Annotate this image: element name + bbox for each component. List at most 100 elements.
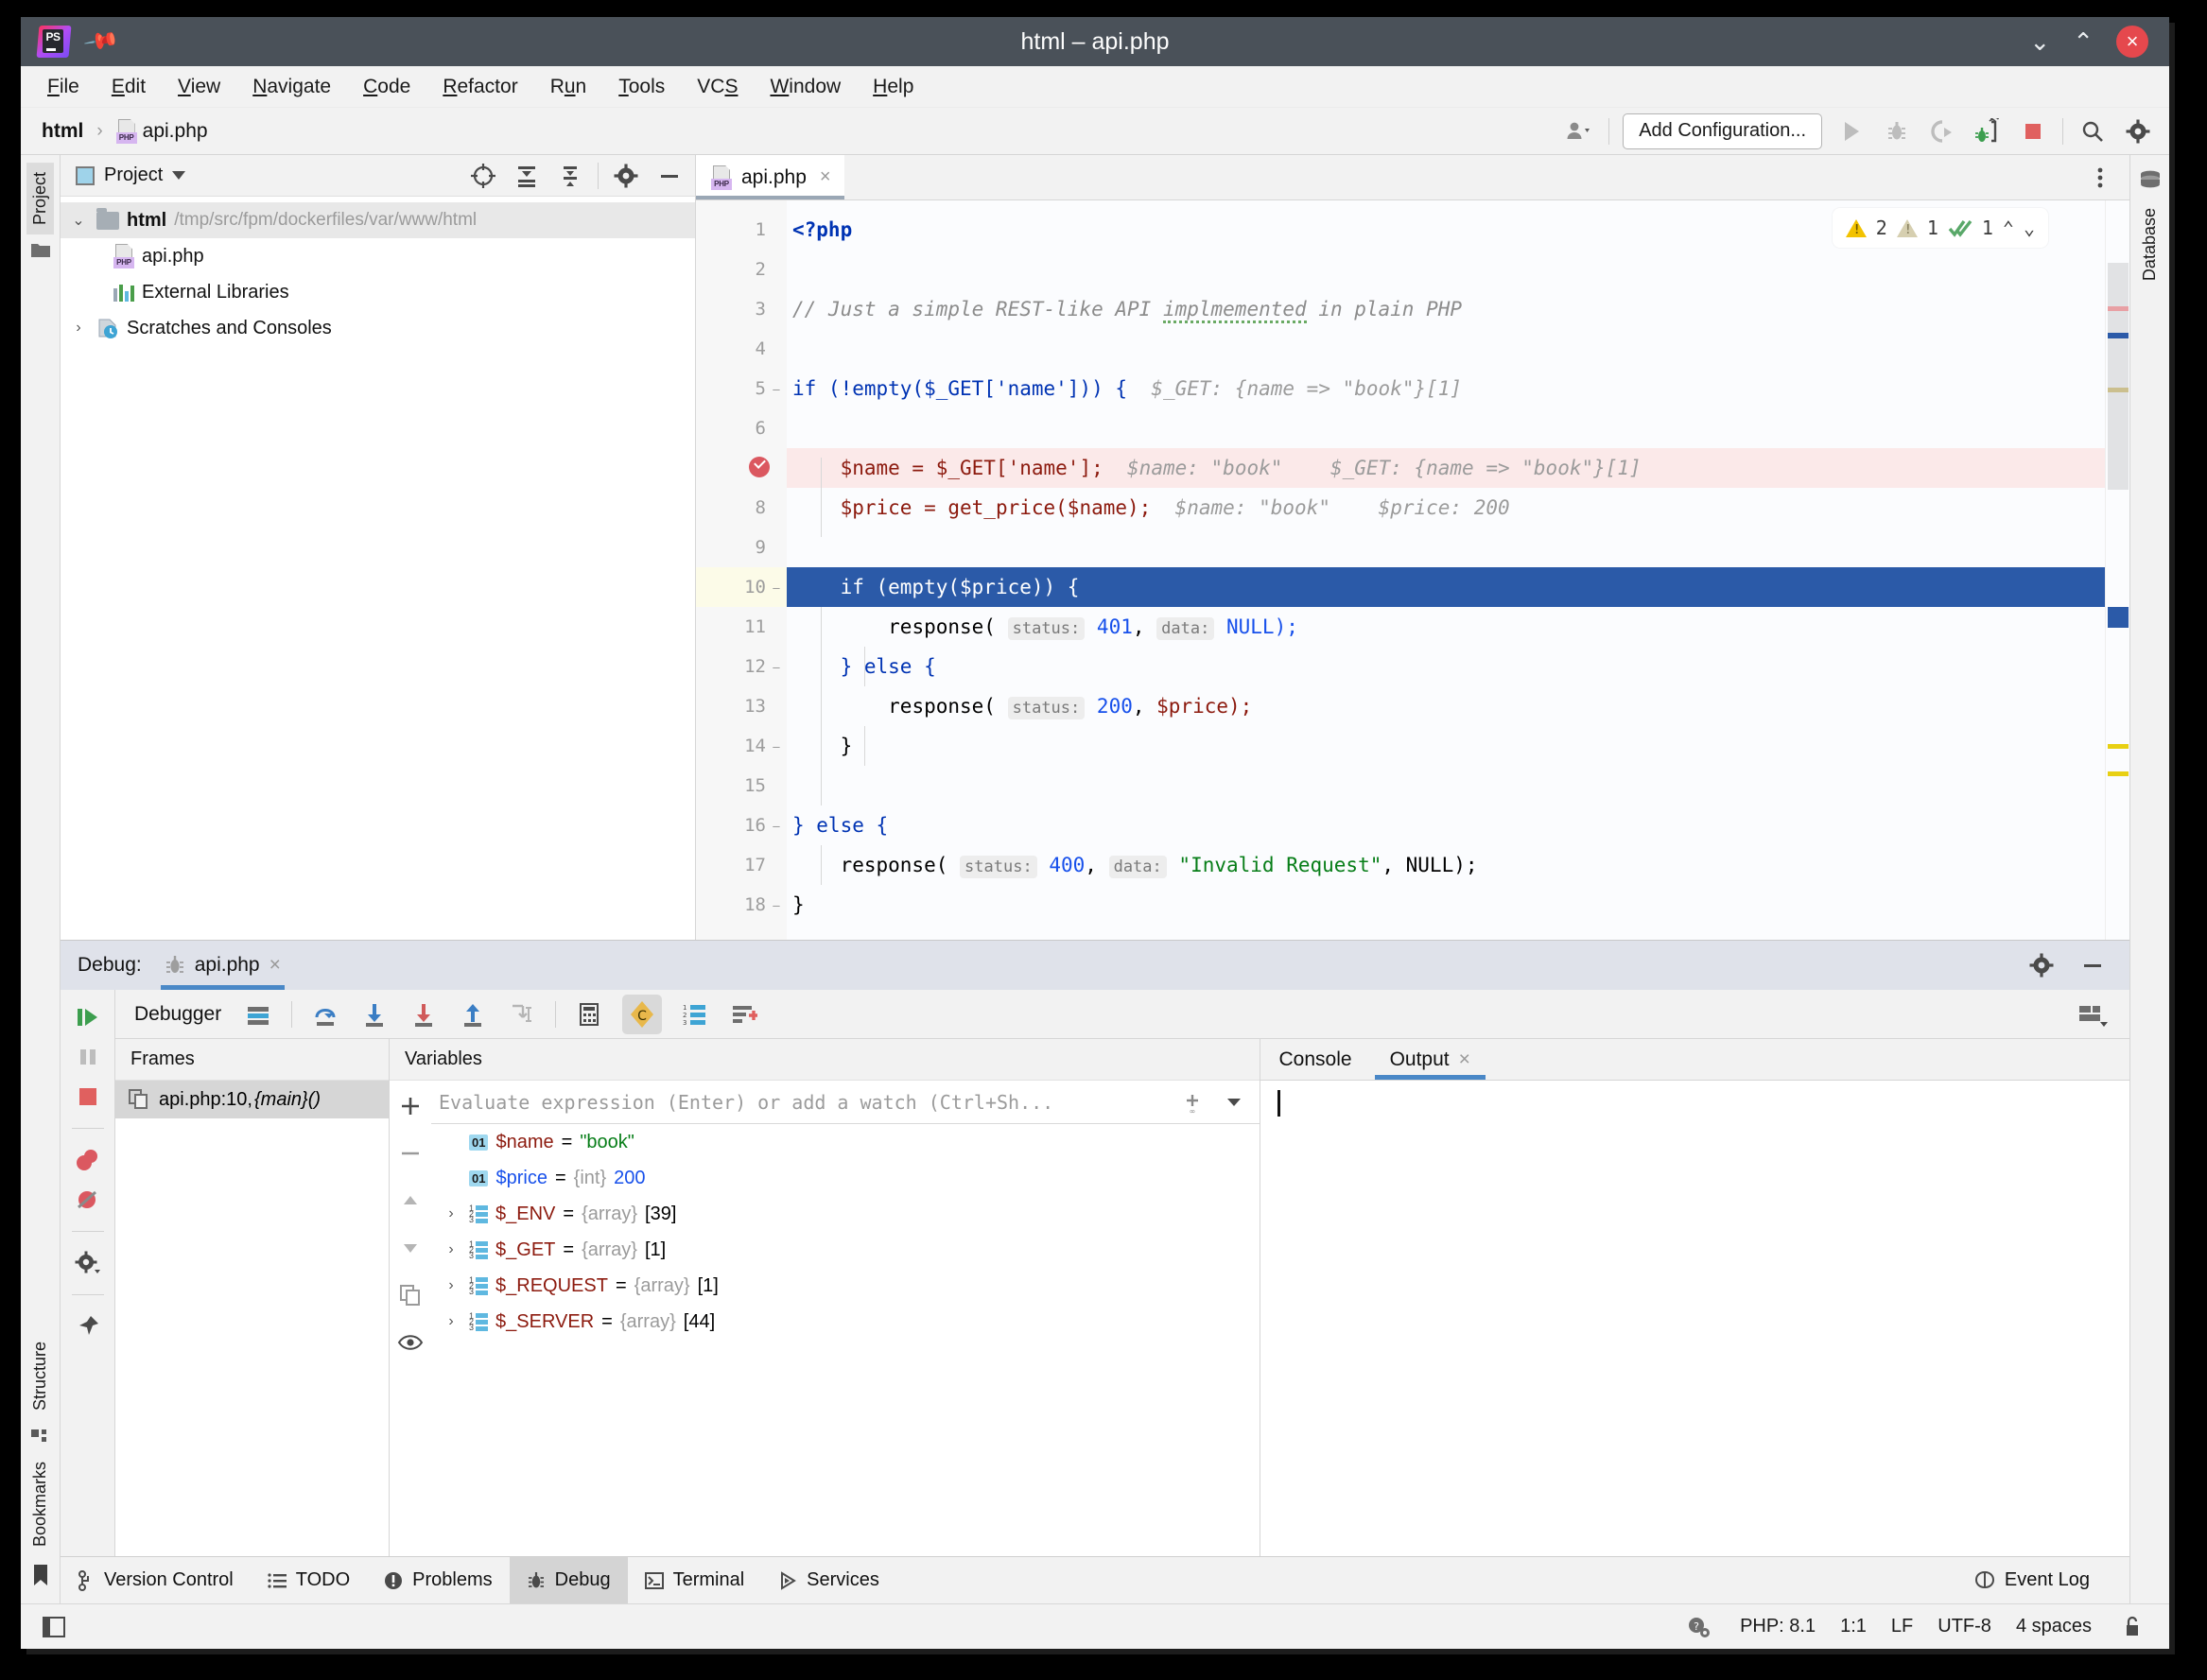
- console-output[interactable]: [1260, 1081, 2129, 1556]
- tree-node-html[interactable]: ⌄ html /tmp/src/fpm/dockerfiles/var/www/…: [61, 202, 695, 238]
- minimize-button[interactable]: ⌄: [2029, 29, 2050, 54]
- stripe-mark-error[interactable]: [2108, 306, 2129, 311]
- stripe-mark-caret[interactable]: [2108, 333, 2129, 338]
- down-icon[interactable]: [394, 1232, 426, 1264]
- up-icon[interactable]: [394, 1185, 426, 1217]
- bookmark-icon[interactable]: [32, 1564, 49, 1586]
- next-problem-icon[interactable]: ⌄: [2024, 216, 2035, 239]
- variable-row[interactable]: 01 $price = {int} 200: [431, 1160, 1260, 1196]
- tool-tab-version-control[interactable]: Version Control: [61, 1557, 251, 1603]
- search-icon[interactable]: [2077, 115, 2109, 147]
- copy-icon[interactable]: [394, 1279, 426, 1311]
- close-icon[interactable]: ×: [1459, 1048, 1470, 1071]
- close-icon[interactable]: ×: [2116, 26, 2148, 58]
- debugger-tab-label[interactable]: Debugger: [134, 1003, 221, 1026]
- c-mark-icon[interactable]: C: [622, 994, 663, 1034]
- breadcrumb-file[interactable]: PHP api.php: [115, 118, 208, 144]
- previous-problem-icon[interactable]: ⌃: [2003, 216, 2014, 239]
- debug-session-tab[interactable]: api.php ×: [153, 941, 292, 990]
- menu-item-help[interactable]: Help: [869, 74, 917, 100]
- fold-marker-icon[interactable]: ⚊: [768, 379, 785, 396]
- menu-item-refactor[interactable]: Refactor: [439, 74, 521, 100]
- stop-icon[interactable]: [72, 1081, 104, 1113]
- menu-item-tools[interactable]: Tools: [615, 74, 669, 100]
- breadcrumb-project[interactable]: html: [42, 120, 83, 143]
- close-icon[interactable]: ×: [269, 954, 281, 977]
- fold-marker-icon[interactable]: ⚊: [768, 895, 785, 912]
- evaluate-expression-bar[interactable]: Evaluate expression (Enter) or add a wat…: [431, 1081, 1260, 1124]
- expand-all-icon[interactable]: [511, 160, 543, 192]
- status-php-version[interactable]: PHP: 8.1: [1740, 1616, 1816, 1637]
- variables-order-icon[interactable]: 123: [679, 998, 711, 1031]
- stripe-mark-warning-3[interactable]: [2108, 771, 2129, 776]
- debug-icon[interactable]: [1881, 115, 1913, 147]
- phone-listen-debug-icon[interactable]: [1972, 115, 2004, 147]
- sidebar-item-project[interactable]: Project: [26, 163, 54, 235]
- menu-item-vcs[interactable]: VCS: [693, 74, 741, 100]
- hide-icon[interactable]: [653, 160, 686, 192]
- remove-icon[interactable]: [394, 1137, 426, 1169]
- locate-target-icon[interactable]: [467, 160, 499, 192]
- expand-arrow[interactable]: ›: [441, 1277, 461, 1294]
- mute-breakpoints-icon[interactable]: [72, 1184, 104, 1216]
- maximize-button[interactable]: ⌃: [2073, 29, 2094, 54]
- pause-program-icon[interactable]: [72, 1041, 104, 1073]
- tool-tab-problems[interactable]: Problems: [367, 1557, 509, 1603]
- run-icon[interactable]: [1835, 115, 1868, 147]
- add-watch-icon[interactable]: [728, 998, 760, 1031]
- tool-tab-terminal[interactable]: Terminal: [628, 1557, 762, 1603]
- menu-item-run[interactable]: Run: [547, 74, 591, 100]
- add-configuration-button[interactable]: Add Configuration...: [1623, 113, 1822, 149]
- sidebar-item-structure[interactable]: Structure: [26, 1332, 54, 1420]
- inspection-widget[interactable]: 2 1 1 ⌃ ⌄: [1832, 208, 2048, 248]
- menu-item-navigate[interactable]: Navigate: [249, 74, 335, 100]
- fold-marker-icon[interactable]: ⚊: [768, 657, 785, 674]
- pin-tab-icon[interactable]: [72, 1310, 104, 1342]
- add-icon[interactable]: [394, 1090, 426, 1122]
- variable-row[interactable]: › 123 $_ENV = {array} [39]: [431, 1196, 1260, 1232]
- chevron-down-icon[interactable]: ⌄: [68, 211, 89, 230]
- structure-icon[interactable]: [30, 1428, 50, 1445]
- step-over-icon[interactable]: [309, 998, 341, 1031]
- chevron-down-icon[interactable]: [1218, 1086, 1250, 1118]
- hide-icon[interactable]: [2077, 949, 2109, 981]
- status-line-separator[interactable]: LF: [1891, 1616, 1913, 1637]
- add-watch-icon[interactable]: ∞: [1176, 1086, 1208, 1118]
- watch-eye-icon[interactable]: [394, 1326, 426, 1359]
- settings-gear-icon[interactable]: [72, 1247, 104, 1279]
- expand-arrow[interactable]: ›: [441, 1313, 461, 1330]
- menu-item-file[interactable]: File: [43, 74, 83, 100]
- php-help-icon[interactable]: ?: [1683, 1611, 1715, 1643]
- tab-api-php[interactable]: PHP api.php ×: [696, 155, 844, 199]
- tree-node-scratches[interactable]: › Scratches and Consoles: [61, 310, 695, 346]
- frame-row[interactable]: api.php:10, {main}(): [115, 1081, 389, 1118]
- watch-input[interactable]: Evaluate expression (Enter) or add a wat…: [439, 1091, 1167, 1114]
- unlocked-icon[interactable]: [2116, 1611, 2148, 1643]
- tab-console[interactable]: Console: [1260, 1039, 1371, 1080]
- variable-row[interactable]: › 123 $_GET = {array} [1]: [431, 1232, 1260, 1268]
- tool-tab-todo[interactable]: TODO: [251, 1557, 367, 1603]
- run-to-cursor-icon[interactable]: [506, 998, 538, 1031]
- database-icon[interactable]: [2139, 170, 2162, 191]
- close-icon[interactable]: ×: [820, 166, 831, 188]
- more-vertical-icon[interactable]: [2084, 162, 2116, 194]
- evaluate-expression-icon[interactable]: [573, 998, 605, 1031]
- code-text[interactable]: <?php // Just a simple REST-like API imp…: [787, 200, 2105, 940]
- view-breakpoints-icon[interactable]: [72, 1144, 104, 1176]
- stripe-mark-warning-2[interactable]: [2108, 744, 2129, 749]
- folder-icon[interactable]: [30, 242, 50, 258]
- tree-node-external-libraries[interactable]: External Libraries: [61, 274, 695, 310]
- breakpoint-icon[interactable]: [749, 457, 770, 477]
- fold-marker-icon[interactable]: ⚊: [768, 816, 785, 833]
- status-caret-position[interactable]: 1:1: [1840, 1616, 1867, 1637]
- run-coverage-icon[interactable]: [1926, 115, 1958, 147]
- settings-gear-icon[interactable]: [610, 160, 642, 192]
- expand-arrow[interactable]: ›: [441, 1241, 461, 1258]
- settings-gear-icon[interactable]: [2025, 949, 2058, 981]
- layout-settings-icon[interactable]: [2077, 998, 2109, 1031]
- tree-node-api-php[interactable]: PHP api.php: [61, 238, 695, 274]
- editor-gutter[interactable]: 1 2 3 4 5⚊ 6 7 8 9 10⚊ 11: [696, 200, 787, 940]
- fold-marker-icon[interactable]: ⚊: [768, 736, 785, 753]
- variable-row[interactable]: 01 $name = "book": [431, 1124, 1260, 1160]
- stop-icon[interactable]: [2017, 115, 2049, 147]
